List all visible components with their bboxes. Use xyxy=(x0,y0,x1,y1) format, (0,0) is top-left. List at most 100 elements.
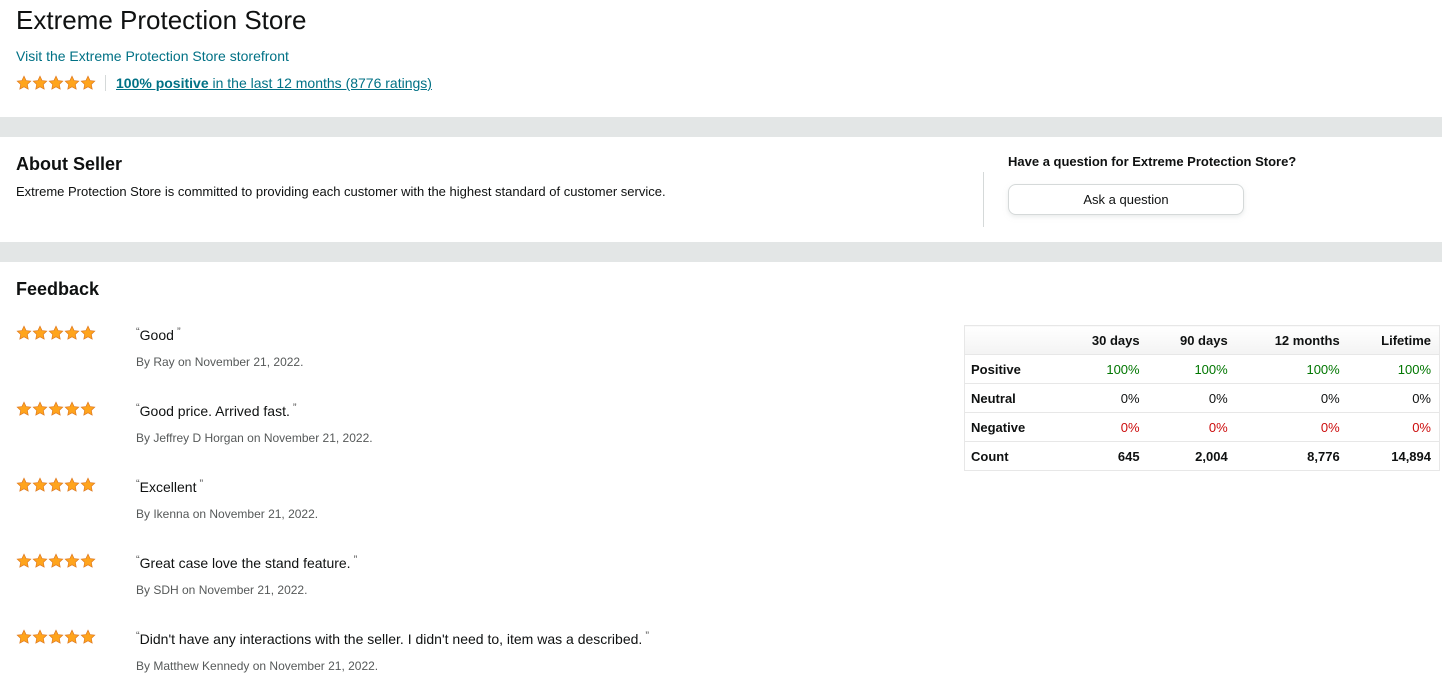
stats-cell: 100% xyxy=(1147,354,1236,384)
close-quote-mark: ” xyxy=(289,402,297,414)
star-icon xyxy=(16,75,32,91)
star-icon xyxy=(16,553,32,569)
star-icon xyxy=(64,401,80,417)
star-icon xyxy=(80,477,96,493)
review-stars xyxy=(16,477,96,493)
star-icon xyxy=(80,629,96,645)
star-icon xyxy=(16,401,32,417)
store-rating-stars[interactable] xyxy=(16,75,96,91)
store-header: Extreme Protection Store Visit the Extre… xyxy=(16,0,916,93)
about-seller-text: Extreme Protection Store is committed to… xyxy=(16,184,666,199)
star-icon xyxy=(64,553,80,569)
star-icon xyxy=(64,477,80,493)
stats-cell: 645 xyxy=(1059,441,1148,471)
stats-cell: 0% xyxy=(1235,383,1348,413)
review-text: Didn't have any interactions with the se… xyxy=(139,631,643,647)
close-quote-mark: ” xyxy=(196,478,204,490)
review-author: By SDH on November 21, 2022. xyxy=(136,583,308,597)
vertical-divider xyxy=(983,172,984,227)
star-icon xyxy=(80,75,96,91)
review-stars xyxy=(16,553,96,569)
star-icon xyxy=(48,477,64,493)
stats-cell: 0% xyxy=(1235,412,1348,442)
feedback-stats-table: 30 days 90 days 12 months Lifetime Posit… xyxy=(964,325,1440,471)
storefront-link[interactable]: Visit the Extreme Protection Store store… xyxy=(16,46,289,66)
review-stars xyxy=(16,325,96,341)
review-author: By Jeffrey D Horgan on November 21, 2022… xyxy=(136,431,373,445)
stats-cell: 0% xyxy=(1347,412,1440,442)
stats-cell: 0% xyxy=(1147,383,1236,413)
section-divider xyxy=(0,117,1442,137)
about-seller-title: About Seller xyxy=(16,154,123,174)
review-quote: “Good ” xyxy=(136,326,181,343)
star-icon xyxy=(16,325,32,341)
stats-row-label: Positive xyxy=(964,354,1060,384)
star-icon xyxy=(64,629,80,645)
stats-cell: 8,776 xyxy=(1235,441,1348,471)
stats-cell: 100% xyxy=(1059,354,1148,384)
rating-period: in the last 12 months (8776 ratings) xyxy=(208,75,432,91)
star-icon xyxy=(80,553,96,569)
section-divider xyxy=(0,242,1442,262)
star-icon xyxy=(32,477,48,493)
star-icon xyxy=(16,629,32,645)
star-icon xyxy=(32,401,48,417)
review-author: By Matthew Kennedy on November 21, 2022. xyxy=(136,659,379,673)
stats-cell: 0% xyxy=(1059,383,1148,413)
star-icon xyxy=(32,75,48,91)
about-seller-section: About Seller Extreme Protection Store is… xyxy=(16,152,956,202)
store-rating: 100% positive in the last 12 months (877… xyxy=(16,73,916,93)
stats-row-label: Negative xyxy=(964,412,1060,442)
review-text: Great case love the stand feature. xyxy=(139,555,351,571)
review-quote: “Didn't have any interactions with the s… xyxy=(136,630,649,647)
rating-positive: 100% positive xyxy=(116,75,209,91)
star-icon xyxy=(48,629,64,645)
stats-row-count: Count 645 2,004 8,776 14,894 xyxy=(964,441,1440,471)
stats-header-cell: 30 days xyxy=(1059,325,1148,355)
ask-question-button[interactable]: Ask a question xyxy=(1008,184,1244,215)
stats-row-neutral: Neutral 0% 0% 0% 0% xyxy=(964,383,1440,413)
stats-row-negative: Negative 0% 0% 0% 0% xyxy=(964,412,1440,442)
stats-header-cell: 12 months xyxy=(1235,325,1348,355)
close-quote-mark: ” xyxy=(173,326,181,338)
feedback-title: Feedback xyxy=(16,279,100,299)
question-section: Have a question for Extreme Protection S… xyxy=(1008,153,1428,215)
stats-row-positive: Positive 100% 100% 100% 100% xyxy=(964,354,1440,384)
review-quote: “Good price. Arrived fast. ” xyxy=(136,402,297,419)
review-stars xyxy=(16,401,96,417)
star-icon xyxy=(80,325,96,341)
review-author: By Ray on November 21, 2022. xyxy=(136,355,304,369)
close-quote-mark: ” xyxy=(642,630,650,642)
stats-header-cell: 90 days xyxy=(1147,325,1236,355)
review-text: Good xyxy=(139,327,174,343)
stats-row-label: Neutral xyxy=(964,383,1060,413)
star-icon xyxy=(48,325,64,341)
star-icon xyxy=(48,401,64,417)
review-text: Good price. Arrived fast. xyxy=(139,403,290,419)
question-title: Have a question for Extreme Protection S… xyxy=(1008,154,1297,169)
star-icon xyxy=(64,75,80,91)
close-quote-mark: ” xyxy=(350,554,358,566)
stats-cell: 14,894 xyxy=(1347,441,1440,471)
star-icon xyxy=(48,553,64,569)
review-quote: “Great case love the stand feature. ” xyxy=(136,554,357,571)
stats-row-label: Count xyxy=(964,441,1060,471)
stats-cell: 100% xyxy=(1235,354,1348,384)
review-author: By Ikenna on November 21, 2022. xyxy=(136,507,319,521)
review-stars xyxy=(16,629,96,645)
stats-cell: 0% xyxy=(1347,383,1440,413)
stats-header-row: 30 days 90 days 12 months Lifetime xyxy=(964,325,1440,355)
stats-header-cell: Lifetime xyxy=(1347,325,1440,355)
star-icon xyxy=(32,325,48,341)
rating-summary-link[interactable]: 100% positive in the last 12 months (877… xyxy=(116,75,432,91)
star-icon xyxy=(32,553,48,569)
star-icon xyxy=(64,325,80,341)
stats-cell: 0% xyxy=(1059,412,1148,442)
rating-divider xyxy=(105,75,106,91)
star-icon xyxy=(80,401,96,417)
store-title: Extreme Protection Store xyxy=(16,5,307,35)
review-text: Excellent xyxy=(139,479,197,495)
star-icon xyxy=(32,629,48,645)
stats-cell: 100% xyxy=(1347,354,1440,384)
stats-cell: 2,004 xyxy=(1147,441,1236,471)
